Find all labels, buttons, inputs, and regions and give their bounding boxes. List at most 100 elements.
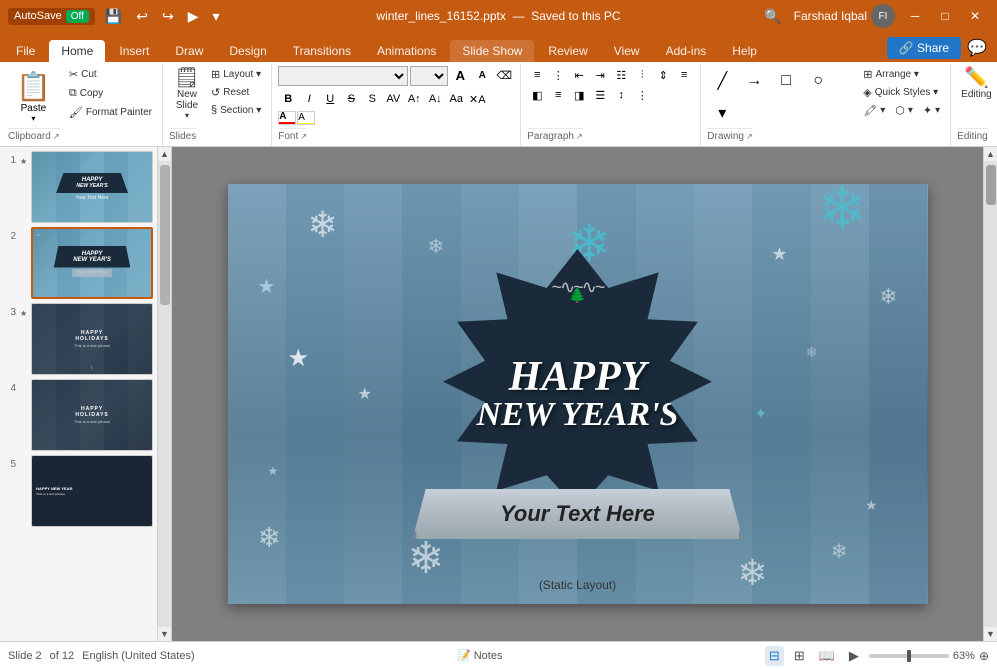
tab-view[interactable]: View [602,40,652,62]
drawing-label[interactable]: Drawing ↗ [707,128,752,144]
slide-item-3[interactable]: 3 ★ HAPPY HOLIDAYS This is a test phrase [4,303,153,375]
font-label[interactable]: Font ↗ [278,128,307,144]
shape-arrow[interactable]: → [739,66,769,96]
paragraph-label[interactable]: Paragraph ↗ [527,128,582,144]
arrange-button[interactable]: ⊞Arrange ▾ [859,66,944,83]
slide-thumb-1[interactable]: HAPPY NEW YEAR'S Your Text Here [31,151,153,223]
font-size-dropdown[interactable] [410,66,448,86]
increase-font-button[interactable]: A [450,66,470,84]
convert-smartart-button[interactable]: ☷ [611,66,631,84]
slide-item-1[interactable]: 1 ★ HAPPY NEW YEAR'S Your Text Here [4,151,153,223]
scroll-up-arrow[interactable]: ▲ [158,147,172,161]
shadow-button[interactable]: S [362,90,382,108]
redo-icon[interactable]: ↪ [158,6,178,27]
close-button[interactable]: ✕ [961,5,989,27]
shape-fill-button[interactable]: 🖍▾ [859,102,889,119]
add-remove-col-button[interactable]: ⋮ [632,86,652,104]
paste-dropdown-icon[interactable]: ▾ [31,114,35,123]
bold-button[interactable]: B [278,90,298,108]
decrease-font-button[interactable]: A [472,66,492,84]
tab-insert[interactable]: Insert [107,40,161,62]
new-slide-button[interactable]: 🗒 New Slide ▾ [169,66,205,122]
zoom-slider[interactable] [869,654,949,658]
section-button[interactable]: §Section ▾ [207,102,265,118]
tab-file[interactable]: File [4,40,47,62]
minimize-button[interactable]: ─ [901,5,929,27]
quick-styles-button[interactable]: ◈Quick Styles ▾ [859,84,944,101]
normal-view-button[interactable]: ⊟ [765,646,784,666]
tab-transitions[interactable]: Transitions [281,40,363,62]
shape-effects-button[interactable]: ✦▾ [919,102,944,119]
highlight-color-button[interactable]: A [297,111,315,125]
tab-slideshow[interactable]: Slide Show [450,40,534,62]
shape-more[interactable]: ▾ [707,98,737,128]
slide-panel-scrollbar[interactable]: ▲ ▼ [158,147,172,641]
strikethrough-button[interactable]: S [341,90,361,108]
shape-line[interactable]: ╱ [707,66,737,96]
slideshow-view-button[interactable]: ▶ [845,646,863,666]
search-icon[interactable]: 🔍 [758,6,787,27]
tab-review[interactable]: Review [536,40,599,62]
underline-button[interactable]: U [320,90,340,108]
align-left-button[interactable]: ◧ [527,86,547,104]
align-center-button[interactable]: ≡ [548,86,568,104]
justify-button[interactable]: ☰ [590,86,610,104]
numbering-button[interactable]: ⋮ [548,66,568,84]
font-size-down-button[interactable]: A↓ [425,90,445,108]
copy-button[interactable]: ⧉Copy [65,85,156,102]
slide-item-2[interactable]: 2 ★ HAPPY NEW YEAR'S Your Text Here [4,227,153,299]
status-notes[interactable]: 📝 Notes [203,647,757,664]
font-name-dropdown[interactable] [278,66,408,86]
tab-draw[interactable]: Draw [163,40,215,62]
line-spacing-button[interactable]: ↕ [611,86,631,104]
font-size-up-button[interactable]: A↑ [404,90,424,108]
editing-button[interactable]: ✏️ Editing [957,66,996,102]
tab-home[interactable]: Home [49,40,105,62]
undo-icon[interactable]: ↩ [132,6,152,27]
canvas-scroll-down[interactable]: ▼ [984,627,997,641]
tab-help[interactable]: Help [720,40,769,62]
canvas-scrollbar[interactable]: ▲ ▼ [983,147,997,641]
slide-canvas[interactable]: ❄ ❄ ❄ ❄ ❄ ❄ ❄ ❄ ❄ ❄ ★ ★ ★ ★ ★ ★ ✦ ✦ [228,184,928,604]
autosave-toggle[interactable]: AutoSave Off [8,8,95,25]
align-right-button[interactable]: ◨ [569,86,589,104]
change-case-button[interactable]: Aa [446,90,466,108]
clipboard-label[interactable]: Clipboard ↗ [8,128,60,144]
slide-thumb-2[interactable]: HAPPY NEW YEAR'S Your Text Here ❄ ❄ [31,227,153,299]
slide-scroll-thumb[interactable] [160,165,170,305]
notes-button[interactable]: 📝 Notes [451,647,508,664]
slide-thumb-4[interactable]: HAPPY HOLIDAYS This is a test phrase [31,379,153,451]
canvas-scroll-thumb[interactable] [986,165,996,205]
col-button[interactable]: ⫶ [632,66,652,84]
new-slide-dropdown-icon[interactable]: ▾ [185,111,189,120]
user-profile[interactable]: Farshad Iqbal FI [794,4,895,28]
italic-button[interactable]: I [299,90,319,108]
scroll-down-arrow[interactable]: ▼ [158,627,172,641]
format-painter-button[interactable]: 🖌Format Painter [65,104,156,121]
char-spacing-button[interactable]: AV [383,90,403,108]
tab-animations[interactable]: Animations [365,40,448,62]
customize-icon[interactable]: ▾ [209,6,224,27]
slide-thumb-5[interactable]: HAPPY NEW YEAR This is a test phrase [31,455,153,527]
present-icon[interactable]: ▶ [184,6,203,27]
share-button[interactable]: 🔗 Share [887,37,961,59]
slide-item-5[interactable]: 5 ★ HAPPY NEW YEAR This is a test phrase [4,455,153,527]
fit-slide-button[interactable]: ⊕ [979,649,989,663]
slide-thumb-3[interactable]: HAPPY HOLIDAYS This is a test phrase 🦌 [31,303,153,375]
decrease-indent-button[interactable]: ⇤ [569,66,589,84]
shape-oval[interactable]: ○ [803,66,833,96]
maximize-button[interactable]: □ [931,5,959,27]
shape-rect[interactable]: □ [771,66,801,96]
layout-button[interactable]: ⊞Layout ▾ [207,66,265,83]
paste-button[interactable]: 📋 Paste ▾ [8,66,59,127]
canvas-scroll-up[interactable]: ▲ [984,147,997,161]
cut-button[interactable]: ✂Cut [65,66,156,83]
font-color-button[interactable]: A [278,111,296,125]
save-icon[interactable]: 💾 [101,6,126,27]
tab-design[interactable]: Design [217,40,278,62]
clear-all-button[interactable]: ✕A [467,90,487,108]
align-text-button[interactable]: ≡ [674,66,694,84]
text-dir-button[interactable]: ⇕ [653,66,673,84]
zoom-slider-thumb[interactable] [907,650,911,662]
slide-item-4[interactable]: 4 ★ HAPPY HOLIDAYS This is a test phrase [4,379,153,451]
